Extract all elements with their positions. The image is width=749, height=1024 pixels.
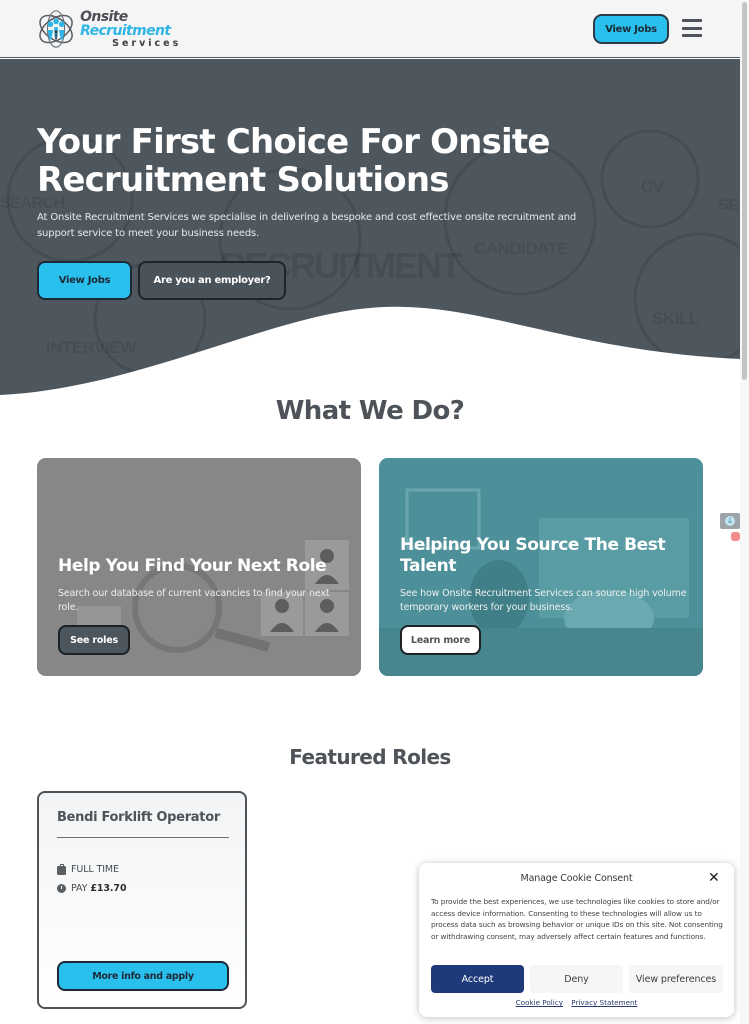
job-title[interactable]: Bendi Forklift Operator xyxy=(57,810,220,825)
logo-text: Onsite Recruitment Services xyxy=(80,10,216,49)
clock-icon xyxy=(57,884,66,893)
hero-watermark-candidate: CANDIDATE xyxy=(474,239,569,258)
hero-subtitle: At Onsite Recruitment Services we specia… xyxy=(37,212,577,239)
job-pay: PAY £13.70 xyxy=(57,883,127,894)
job-type: FULL TIME xyxy=(57,864,119,875)
logo-word-recruitment: Recruitment xyxy=(80,22,171,39)
job-divider xyxy=(57,837,229,838)
cookie-links: Cookie Policy Privacy Statement xyxy=(419,998,734,1007)
hero-watermark-se: SE xyxy=(718,197,739,214)
briefcase-icon xyxy=(57,864,66,875)
close-icon[interactable]: ✕ xyxy=(708,870,720,886)
hero-watermark-skill: SKILL xyxy=(652,309,699,328)
page: Onsite Recruitment Services View Jobs SE… xyxy=(0,0,749,1024)
hero-watermark-interview: INTERVIEW xyxy=(46,338,136,357)
source-talent-card-title: Helping You Source The Best Talent xyxy=(400,535,666,576)
hamburger-bar xyxy=(682,19,702,22)
logo-word-services: Services xyxy=(112,37,182,49)
cookie-consent-title: Manage Cookie Consent xyxy=(520,873,633,884)
logo[interactable]: Onsite Recruitment Services xyxy=(36,8,216,50)
hero-section: SEARCH RECRUITMENT CANDIDATE CV SKILL IN… xyxy=(0,59,740,399)
more-info-apply-button[interactable]: More info and apply xyxy=(57,961,229,991)
cookie-deny-button[interactable]: Deny xyxy=(530,965,623,993)
source-talent-card-text: See how Onsite Recruitment Services can … xyxy=(400,588,687,613)
job-type-text: FULL TIME xyxy=(71,864,119,875)
hero-title: Your First Choice For Onsite Recruitment… xyxy=(37,122,550,200)
site-header: Onsite Recruitment Services View Jobs xyxy=(0,0,740,58)
cookie-consent-text: To provide the best experiences, we use … xyxy=(431,897,723,941)
logo-mark-icon xyxy=(39,10,73,48)
featured-roles-heading: Featured Roles xyxy=(289,745,451,769)
cookie-policy-link[interactable]: Cookie Policy xyxy=(516,998,563,1007)
learn-more-button[interactable]: Learn more xyxy=(400,625,481,655)
what-we-do-heading: What We Do? xyxy=(275,396,465,426)
hamburger-menu-icon[interactable] xyxy=(682,19,702,37)
hero-view-jobs-button[interactable]: View Jobs xyxy=(37,261,132,300)
source-talent-card: Helping You Source The Best Talent See h… xyxy=(379,458,703,676)
job-pay-value: £13.70 xyxy=(90,883,127,894)
accessibility-widget-button[interactable]: ↓ xyxy=(720,513,740,529)
cookie-view-preferences-button[interactable]: View preferences xyxy=(629,965,723,993)
hamburger-bar xyxy=(682,26,702,30)
scrollbar-thumb[interactable] xyxy=(742,2,747,380)
notification-badge xyxy=(731,532,740,541)
privacy-statement-link[interactable]: Privacy Statement xyxy=(571,998,637,1007)
job-card: Bendi Forklift Operator FULL TIME PAY £1… xyxy=(37,791,247,1009)
header-view-jobs-button[interactable]: View Jobs xyxy=(593,14,669,44)
find-role-card: Help You Find Your Next Role Search our … xyxy=(37,458,361,676)
hero-watermark-cv: CV xyxy=(641,177,664,196)
employer-button[interactable]: Are you an employer? xyxy=(138,261,286,300)
job-pay-label: PAY xyxy=(71,883,88,894)
hamburger-bar xyxy=(682,34,702,37)
download-icon: ↓ xyxy=(725,516,735,526)
see-roles-button[interactable]: See roles xyxy=(58,625,130,655)
cookie-consent-dialog: Manage Cookie Consent ✕ To provide the b… xyxy=(419,863,734,1017)
cookie-accept-button[interactable]: Accept xyxy=(431,965,524,993)
find-role-card-text: Search our database of current vacancies… xyxy=(58,588,330,613)
find-role-card-title: Help You Find Your Next Role xyxy=(58,556,327,576)
